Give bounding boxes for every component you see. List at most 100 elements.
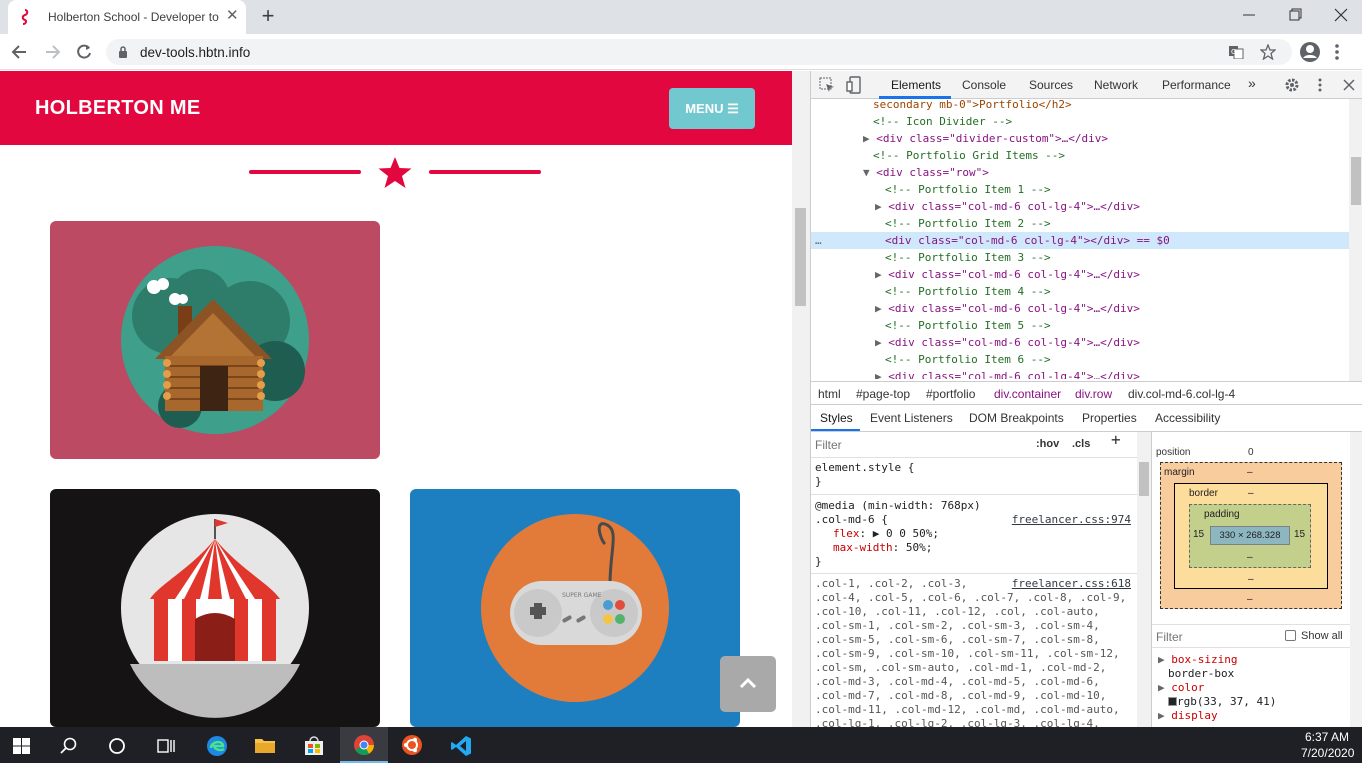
translate-icon[interactable]: G xyxy=(1228,45,1244,59)
device-toolbar-icon[interactable] xyxy=(846,76,862,94)
cls-toggle[interactable]: .cls xyxy=(1072,437,1090,451)
close-devtools-icon[interactable] xyxy=(1342,78,1356,92)
tree-line[interactable]: <!-- Portfolio Grid Items --> xyxy=(873,147,1349,164)
styles-filter-input[interactable] xyxy=(815,435,1020,454)
computed-scrollbar[interactable] xyxy=(1350,432,1362,727)
clock-time[interactable]: 6:37 AM xyxy=(1305,730,1349,744)
tree-line[interactable]: <!-- Portfolio Item 3 --> xyxy=(885,249,1349,266)
expand-triangle-icon[interactable]: ▶ xyxy=(875,302,882,315)
margin-box[interactable]: margin – – border – – padding – 15 15 33… xyxy=(1160,462,1342,609)
elements-tree[interactable]: secondary mb-0">Portfolio</h2> <!-- Icon… xyxy=(811,99,1349,379)
expand-triangle-icon[interactable]: ▶ xyxy=(875,370,882,379)
breadcrumb-page-top[interactable]: #page-top xyxy=(856,387,910,401)
color-swatch[interactable] xyxy=(1168,697,1177,706)
close-tab-icon[interactable]: ✕ xyxy=(226,8,239,24)
devtools-menu-icon[interactable] xyxy=(1317,77,1323,93)
computed-prop[interactable]: ▶ color xyxy=(1158,681,1276,695)
site-brand[interactable]: HOLBERTON ME xyxy=(35,97,200,120)
tree-line[interactable]: ▶ <div class="col-md-6 col-lg-4">…</div> xyxy=(875,300,1349,317)
rule2-source-link[interactable]: freelancer.css:618 xyxy=(1012,577,1131,591)
elements-scrollbar-thumb[interactable] xyxy=(1351,157,1361,205)
tree-line[interactable]: <!-- Portfolio Item 2 --> xyxy=(885,215,1349,232)
tree-line[interactable]: <!-- Portfolio Item 5 --> xyxy=(885,317,1349,334)
tree-line[interactable]: ▼ <div class="row"> xyxy=(863,164,1349,181)
browser-tab[interactable]: Holberton School - Developer to ✕ xyxy=(8,0,246,34)
breadcrumb-row[interactable]: div.row xyxy=(1075,387,1112,401)
search-icon[interactable] xyxy=(60,737,78,755)
reload-icon[interactable] xyxy=(75,43,93,61)
tab-sources[interactable]: Sources xyxy=(1029,78,1073,92)
tree-line[interactable]: ▶ <div class="col-md-6 col-lg-4">…</div> xyxy=(875,368,1349,379)
forward-icon[interactable] xyxy=(42,43,62,61)
tab-console[interactable]: Console xyxy=(962,78,1006,92)
expand-triangle-icon[interactable]: ▶ xyxy=(875,336,882,349)
subtab-accessibility[interactable]: Accessibility xyxy=(1155,411,1220,425)
tree-line[interactable]: <!-- Portfolio Item 4 --> xyxy=(885,283,1349,300)
show-all-checkbox[interactable] xyxy=(1285,630,1296,641)
scroll-to-top-button[interactable] xyxy=(720,656,776,712)
tree-line[interactable]: <!-- Portfolio Item 6 --> xyxy=(885,351,1349,368)
new-style-rule-icon[interactable]: + xyxy=(1111,432,1121,448)
breadcrumb-html[interactable]: html xyxy=(818,387,841,401)
tree-line[interactable]: ▶ <div class="col-md-6 col-lg-4">…</div> xyxy=(875,266,1349,283)
styles-scrollbar[interactable] xyxy=(1137,432,1151,727)
rule1-source-link[interactable]: freelancer.css:974 xyxy=(1012,513,1131,527)
back-icon[interactable] xyxy=(10,43,30,61)
padding-box[interactable]: padding – 15 15 330 × 268.328 xyxy=(1189,504,1311,568)
portfolio-item-cabin[interactable] xyxy=(50,221,380,459)
store-icon[interactable] xyxy=(303,736,325,756)
styles-scrollbar-thumb[interactable] xyxy=(1139,462,1149,496)
breadcrumb-col[interactable]: div.col-md-6.col-lg-4 xyxy=(1128,387,1235,401)
profile-avatar-icon[interactable] xyxy=(1299,41,1321,63)
computed-prop[interactable]: ▶ box-sizing xyxy=(1158,653,1276,667)
subtab-event-listeners[interactable]: Event Listeners xyxy=(870,411,953,425)
start-icon[interactable] xyxy=(13,738,30,754)
more-tabs-icon[interactable]: » xyxy=(1248,75,1256,91)
tree-line[interactable]: <!-- Portfolio Item 1 --> xyxy=(885,181,1349,198)
tree-line[interactable]: <!-- Icon Divider --> xyxy=(873,113,1349,130)
inspect-element-icon[interactable] xyxy=(819,77,835,93)
address-bar[interactable]: dev-tools.hbtn.info G xyxy=(106,39,1292,65)
browser-menu-icon[interactable] xyxy=(1334,42,1340,62)
tree-line[interactable]: ▶ <div class="col-md-6 col-lg-4">…</div> xyxy=(875,198,1349,215)
hov-toggle[interactable]: :hov xyxy=(1036,437,1059,451)
tab-network[interactable]: Network xyxy=(1094,78,1138,92)
vscode-icon[interactable] xyxy=(450,735,472,757)
expand-triangle-icon[interactable]: ▶ xyxy=(875,200,882,213)
computed-prop[interactable]: ▶ display xyxy=(1158,709,1276,723)
breadcrumb-container[interactable]: div.container xyxy=(994,387,1061,401)
cortana-icon[interactable] xyxy=(108,737,126,755)
close-window-icon[interactable] xyxy=(1329,6,1353,24)
file-explorer-icon[interactable] xyxy=(254,736,276,754)
new-tab-icon[interactable]: + xyxy=(256,5,280,27)
subtab-properties[interactable]: Properties xyxy=(1082,411,1137,425)
lock-icon[interactable] xyxy=(118,46,128,58)
restore-icon[interactable] xyxy=(1283,6,1307,24)
tab-performance[interactable]: Performance xyxy=(1162,78,1231,92)
border-box[interactable]: border – – padding – 15 15 330 × 268.328 xyxy=(1174,483,1328,589)
tree-line[interactable]: ▶ <div class="col-md-6 col-lg-4">…</div> xyxy=(875,334,1349,351)
edge-icon[interactable] xyxy=(205,735,229,757)
ellipsis-icon[interactable]: … xyxy=(815,232,822,249)
menu-button[interactable]: MENU ☰ xyxy=(669,88,755,129)
page-scrollbar[interactable] xyxy=(792,71,810,727)
subtab-dom-breakpoints[interactable]: DOM Breakpoints xyxy=(969,411,1064,425)
ubuntu-icon[interactable] xyxy=(401,734,423,756)
minimize-icon[interactable] xyxy=(1237,6,1261,24)
page-scrollbar-thumb[interactable] xyxy=(795,208,806,306)
expand-triangle-icon[interactable]: ▶ xyxy=(863,132,870,145)
tab-elements[interactable]: Elements xyxy=(891,78,941,92)
tree-line[interactable]: secondary mb-0">Portfolio</h2> xyxy=(873,99,1349,113)
breadcrumb-portfolio[interactable]: #portfolio xyxy=(926,387,975,401)
chrome-taskbar-button[interactable] xyxy=(340,727,388,763)
computed-filter-input[interactable] xyxy=(1156,628,1266,646)
settings-gear-icon[interactable] xyxy=(1284,77,1300,93)
tree-line-selected[interactable]: … <div class="col-md-6 col-lg-4"></div> =… xyxy=(811,232,1349,249)
portfolio-item-circus-tent[interactable] xyxy=(50,489,380,727)
collapse-triangle-icon[interactable]: ▼ xyxy=(863,166,870,179)
task-view-icon[interactable] xyxy=(156,737,176,755)
tree-line[interactable]: ▶ <div class="divider-custom">…</div> xyxy=(863,130,1349,147)
expand-triangle-icon[interactable]: ▶ xyxy=(875,268,882,281)
elements-scrollbar[interactable] xyxy=(1349,99,1362,381)
bookmark-star-icon[interactable] xyxy=(1260,44,1276,60)
